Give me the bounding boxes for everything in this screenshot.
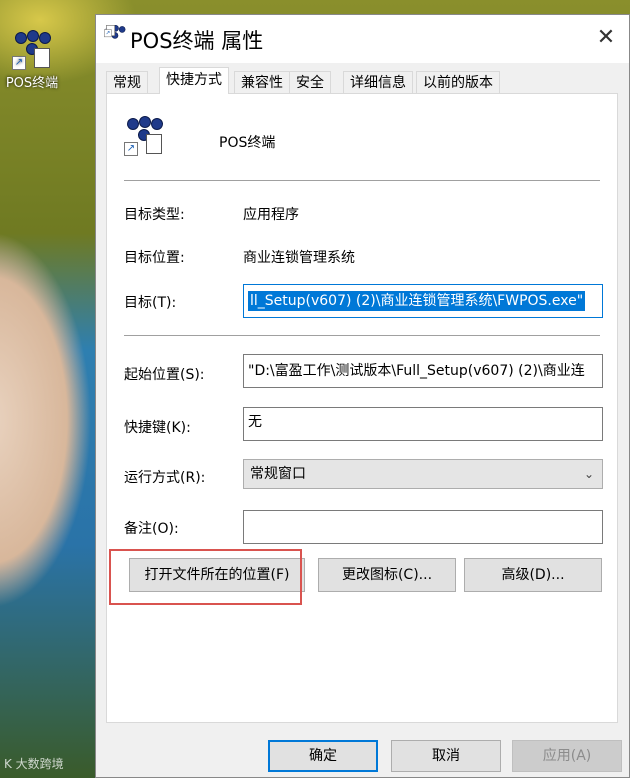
run-select-value: 常规窗口 [250, 466, 306, 482]
tab-details[interactable]: 详细信息 [343, 71, 413, 93]
tab-security[interactable]: 安全 [289, 71, 331, 93]
target-location-label: 目标位置: [124, 250, 185, 266]
run-label: 运行方式(R): [124, 470, 206, 486]
desktop-shortcut-label: POS终端 [5, 76, 59, 91]
ok-button[interactable]: 确定 [268, 740, 378, 772]
divider [124, 335, 600, 336]
cancel-button[interactable]: 取消 [391, 740, 501, 772]
shortcut-name: POS终端 [219, 135, 276, 151]
target-label: 目标(T): [124, 295, 177, 311]
tab-general[interactable]: 常规 [106, 71, 148, 93]
title-app-icon: ↗ [104, 25, 126, 47]
change-icon-button[interactable]: 更改图标(C)... [318, 558, 456, 592]
target-type-value: 应用程序 [243, 207, 299, 223]
hotkey-field[interactable]: 无 [243, 407, 603, 441]
chevron-down-icon: ⌄ [583, 467, 594, 481]
run-select[interactable]: 常规窗口 ⌄ [243, 459, 603, 489]
target-field-value: ll_Setup(v607) (2)\商业连锁管理系统\FWPOS.exe" [248, 291, 586, 311]
tab-compatibility[interactable]: 兼容性 [234, 71, 290, 93]
comment-field[interactable] [243, 510, 603, 544]
pos-app-icon: ↗ [12, 30, 52, 70]
shortcut-app-icon: ↗ [124, 116, 164, 156]
shortcut-panel: ↗ POS终端 目标类型: 应用程序 目标位置: 商业连锁管理系统 目标(T):… [106, 93, 618, 723]
advanced-button[interactable]: 高级(D)... [464, 558, 602, 592]
properties-dialog: ↗ POS终端 属性 ✕ 常规 快捷方式 兼容性 安全 详细信息 以前的版本 ↗… [95, 14, 630, 778]
target-type-label: 目标类型: [124, 207, 185, 223]
hotkey-label: 快捷键(K): [124, 420, 191, 436]
start-in-field[interactable]: "D:\富盈工作\测试版本\Full_Setup(v607) (2)\商业连 [243, 354, 603, 388]
apply-button[interactable]: 应用(A) [512, 740, 622, 772]
target-field[interactable]: ll_Setup(v607) (2)\商业连锁管理系统\FWPOS.exe" [243, 284, 603, 318]
title-bar[interactable]: ↗ POS终端 属性 ✕ [96, 15, 629, 63]
desktop-shortcut-pos[interactable]: ↗ POS终端 [0, 30, 64, 91]
divider [124, 180, 600, 181]
tab-shortcut[interactable]: 快捷方式 [159, 67, 229, 94]
watermark-text: K 大数跨境 [4, 757, 64, 771]
comment-label: 备注(O): [124, 521, 179, 537]
target-location-value: 商业连锁管理系统 [243, 250, 355, 266]
start-in-label: 起始位置(S): [124, 367, 205, 383]
annotation-highlight-box [109, 549, 302, 605]
close-icon[interactable]: ✕ [593, 25, 619, 51]
window-title: POS终端 属性 [130, 29, 264, 53]
tab-previous-versions[interactable]: 以前的版本 [416, 71, 500, 93]
